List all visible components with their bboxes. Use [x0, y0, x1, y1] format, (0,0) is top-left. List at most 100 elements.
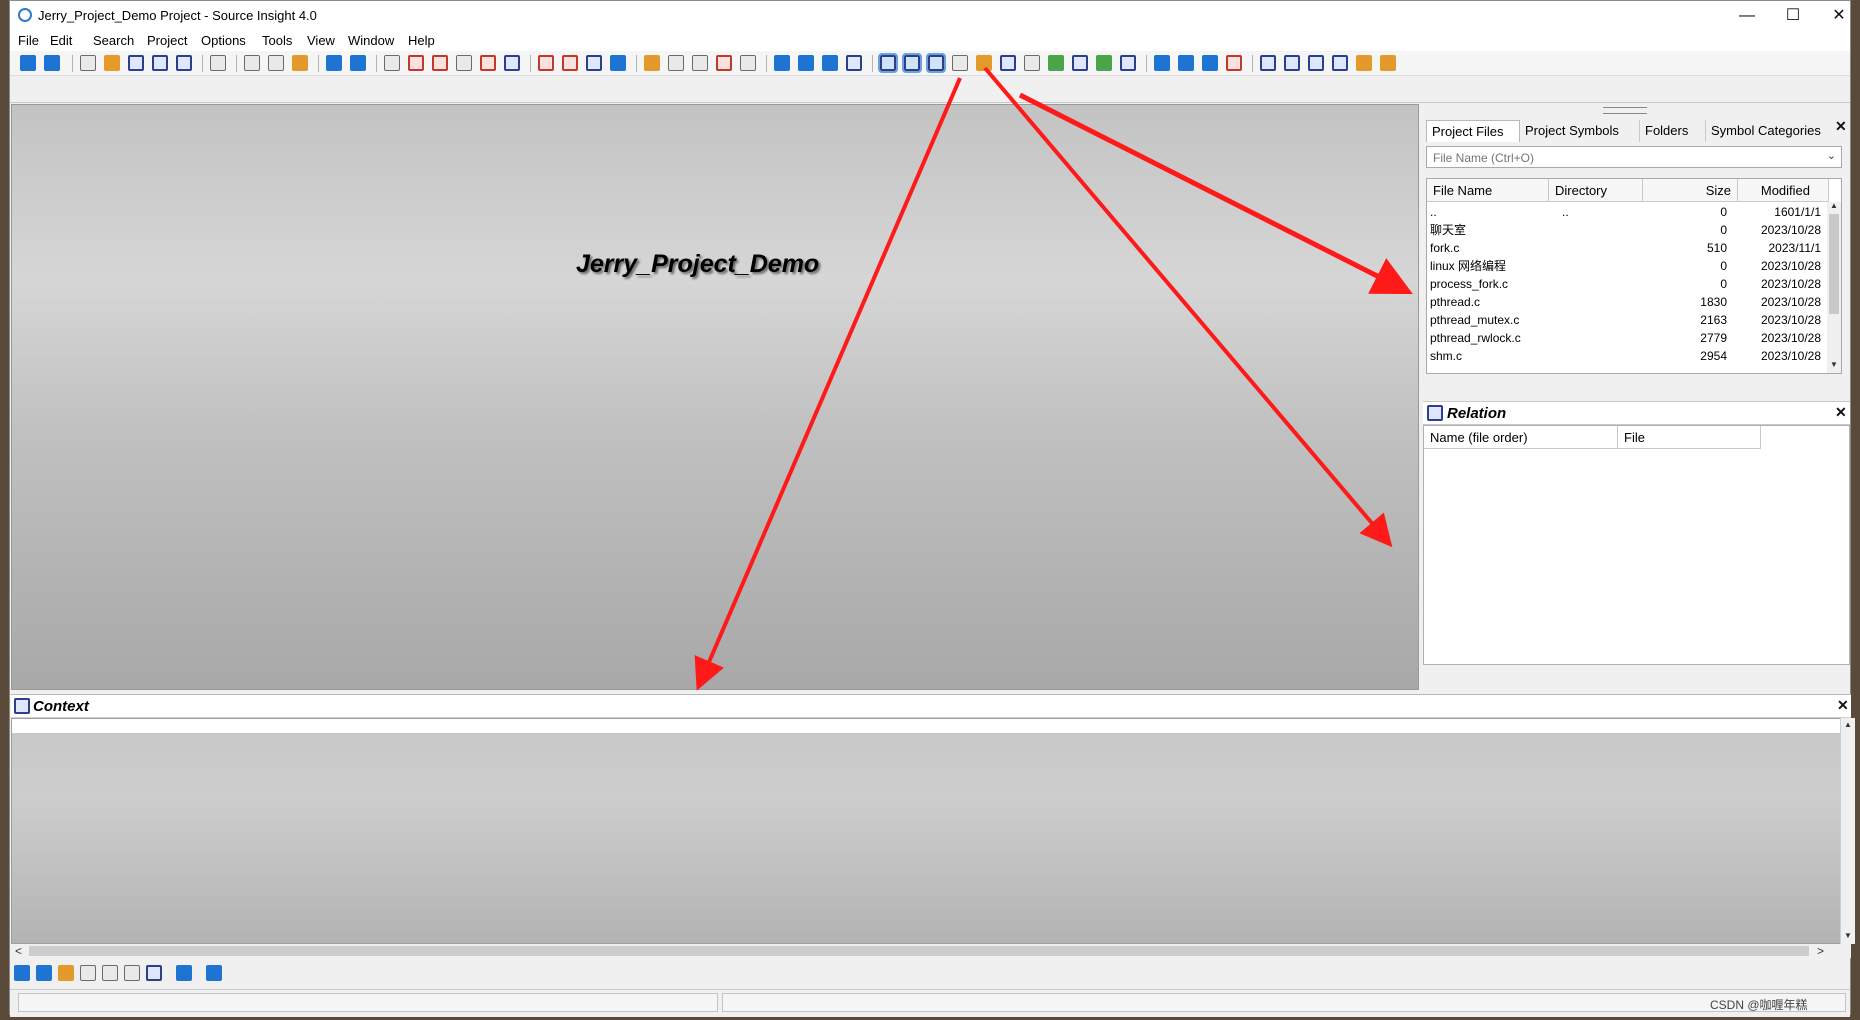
- scroll-up-icon[interactable]: ▲: [1830, 201, 1838, 210]
- macro-e-icon[interactable]: [1356, 55, 1372, 71]
- relation-window-icon[interactable]: [926, 53, 946, 73]
- scroll-down-icon[interactable]: ▼: [1830, 360, 1838, 369]
- menu-project[interactable]: Project: [143, 33, 191, 48]
- menu-view[interactable]: View: [303, 33, 339, 48]
- gear-icon[interactable]: [1643, 668, 1659, 684]
- list-item[interactable]: pthread.c 1830 2023/10/28: [1427, 293, 1827, 311]
- clip-window-icon[interactable]: [976, 55, 992, 71]
- list-item[interactable]: pthread_rwlock.c 2779 2023/10/28: [1427, 329, 1827, 347]
- menu-edit[interactable]: Edit: [46, 33, 76, 48]
- layout-split-icon[interactable]: [822, 55, 838, 71]
- jump-icon[interactable]: [586, 55, 602, 71]
- undo-icon[interactable]: [326, 55, 342, 71]
- list-item[interactable]: .. .. 0 1601/1/1: [1427, 203, 1827, 221]
- column-modified[interactable]: Modified: [1738, 179, 1829, 202]
- references-icon[interactable]: [716, 55, 732, 71]
- remove-item-icon[interactable]: [1202, 55, 1218, 71]
- list-item[interactable]: shm.c 2954 2023/10/28: [1427, 347, 1827, 365]
- open-project-icon[interactable]: [1427, 378, 1443, 394]
- menu-search[interactable]: Search: [89, 33, 138, 48]
- lock-icon[interactable]: [1507, 668, 1523, 684]
- column-directory[interactable]: Directory: [1549, 179, 1643, 202]
- menu-file[interactable]: File: [14, 33, 43, 48]
- sync-files-icon[interactable]: [1451, 378, 1467, 394]
- new-file-icon[interactable]: [80, 55, 96, 71]
- relation-table[interactable]: Name (file order) File: [1423, 425, 1850, 665]
- save-as-icon[interactable]: [152, 55, 168, 71]
- menu-tools[interactable]: Tools: [258, 33, 296, 48]
- column-size[interactable]: Size: [1643, 179, 1738, 202]
- context-window-icon[interactable]: [902, 53, 922, 73]
- minimize-button[interactable]: —: [1724, 1, 1770, 31]
- editor-area[interactable]: Jerry_Project_Demo: [11, 104, 1419, 690]
- search-forward-icon[interactable]: [432, 55, 448, 71]
- tab-project-symbols[interactable]: Project Symbols: [1520, 120, 1640, 142]
- file-list-icon[interactable]: [1475, 378, 1491, 394]
- cut-icon[interactable]: [244, 55, 260, 71]
- gear-icon[interactable]: [206, 965, 222, 981]
- replace-icon[interactable]: [480, 55, 496, 71]
- add-item-icon[interactable]: [1178, 55, 1194, 71]
- list-item[interactable]: 聊天室 0 2023/10/28: [1427, 221, 1827, 239]
- copy-icon[interactable]: [268, 55, 284, 71]
- browse-icon[interactable]: [58, 965, 74, 981]
- scrollbar-thumb[interactable]: [1829, 214, 1839, 314]
- outline-view-icon[interactable]: [1563, 668, 1579, 684]
- close-button[interactable]: ✕: [1816, 1, 1860, 31]
- open-folder-icon[interactable]: [104, 55, 120, 71]
- forward-icon[interactable]: [44, 55, 60, 71]
- call-graph-icon[interactable]: [1475, 668, 1491, 684]
- bookmark-next-icon[interactable]: [562, 55, 578, 71]
- sync-icon[interactable]: [1048, 55, 1064, 71]
- relation-window-icon[interactable]: [146, 965, 162, 981]
- save-all-icon[interactable]: [176, 55, 192, 71]
- replace-files-icon[interactable]: [504, 55, 520, 71]
- context-view[interactable]: [11, 718, 1841, 944]
- file-name-input[interactable]: [1431, 149, 1815, 167]
- bird-icon[interactable]: [1072, 55, 1088, 71]
- search-files-icon[interactable]: [456, 55, 472, 71]
- layout-cascade-icon[interactable]: [846, 55, 862, 71]
- file-list-scrollbar[interactable]: ▲ ▼: [1827, 201, 1841, 373]
- scroll-up-icon[interactable]: ▲: [1844, 720, 1852, 729]
- browse-icon[interactable]: [644, 55, 660, 71]
- layout-rows-icon[interactable]: [798, 55, 814, 71]
- back-icon[interactable]: [20, 55, 36, 71]
- column-file-name[interactable]: File Name: [1427, 179, 1549, 202]
- scroll-down-icon[interactable]: ▼: [1844, 931, 1852, 940]
- file-name-filter[interactable]: ⌄: [1426, 146, 1842, 168]
- horizontal-graph-icon[interactable]: [1587, 668, 1603, 684]
- refresh-icon[interactable]: [1531, 668, 1547, 684]
- call-graph-icon[interactable]: [740, 55, 756, 71]
- back-icon[interactable]: [14, 965, 30, 981]
- search-backward-icon[interactable]: [408, 55, 424, 71]
- macro-a-icon[interactable]: [1260, 55, 1276, 71]
- macro-d-icon[interactable]: [1332, 55, 1348, 71]
- scroll-right-icon[interactable]: >: [1817, 944, 1824, 958]
- redo-icon[interactable]: [350, 55, 366, 71]
- macro-b-icon[interactable]: [1284, 55, 1300, 71]
- list-item[interactable]: process_fork.c 0 2023/10/28: [1427, 275, 1827, 293]
- bookmark-icon[interactable]: [538, 55, 554, 71]
- column-file[interactable]: File: [1618, 426, 1761, 449]
- favorite-icon[interactable]: [610, 55, 626, 71]
- save-icon[interactable]: [128, 55, 144, 71]
- macro-c-icon[interactable]: [1308, 55, 1324, 71]
- list-item[interactable]: fork.c 510 2023/11/1: [1427, 239, 1827, 257]
- info-icon[interactable]: [1000, 55, 1016, 71]
- scrollbar-thumb[interactable]: [29, 946, 1809, 956]
- call-graph-icon[interactable]: [124, 965, 140, 981]
- snippet-icon[interactable]: [1024, 55, 1040, 71]
- context-vertical-scrollbar[interactable]: ▲ ▼: [1840, 718, 1855, 944]
- forward-icon[interactable]: [36, 965, 52, 981]
- menu-options[interactable]: Options: [197, 33, 250, 48]
- list-item[interactable]: linux 网络编程 0 2023/10/28: [1427, 257, 1827, 275]
- paste-icon[interactable]: [292, 55, 308, 71]
- tab-folders[interactable]: Folders: [1640, 120, 1706, 142]
- gear-icon[interactable]: [1507, 378, 1523, 394]
- expand-icon[interactable]: [1154, 55, 1170, 71]
- project-window-icon[interactable]: [878, 53, 898, 73]
- scroll-left-icon[interactable]: <: [15, 944, 22, 958]
- find-icon[interactable]: [384, 55, 400, 71]
- symbol-window-icon[interactable]: [1451, 668, 1467, 684]
